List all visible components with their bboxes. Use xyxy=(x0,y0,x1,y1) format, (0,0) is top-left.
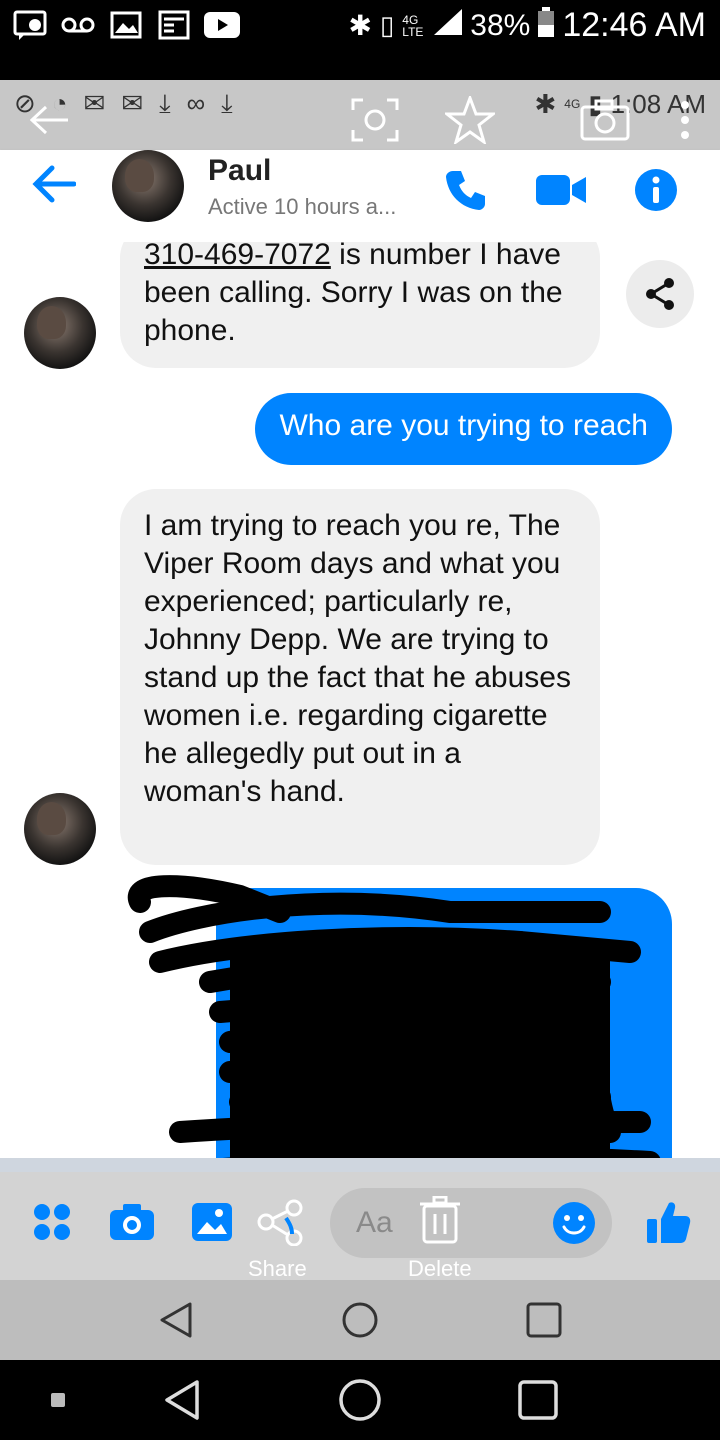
gallery-notification-icon xyxy=(108,8,144,42)
back-triangle-icon[interactable] xyxy=(152,1370,212,1430)
info-icon[interactable] xyxy=(628,162,684,218)
recents-square-icon[interactable] xyxy=(514,1290,574,1350)
voicemail-icon xyxy=(60,8,96,42)
battery-icon xyxy=(538,6,555,45)
camera-icon[interactable] xyxy=(106,1196,158,1248)
scan-icon[interactable] xyxy=(345,90,405,150)
composer-divider xyxy=(0,1158,720,1172)
navigation-bar xyxy=(0,1360,720,1440)
thumbs-up-icon[interactable] xyxy=(642,1196,694,1248)
clock: 12:46 AM xyxy=(562,6,706,44)
signal-icon xyxy=(434,8,463,43)
news-notification-icon xyxy=(156,8,192,42)
home-circle-icon[interactable] xyxy=(330,1290,390,1350)
notification-icons xyxy=(12,8,240,42)
menu-dot-icon[interactable] xyxy=(28,1370,88,1430)
delete-label[interactable]: Delete xyxy=(408,1256,472,1282)
avatar[interactable] xyxy=(24,793,96,865)
home-circle-icon[interactable] xyxy=(330,1370,390,1430)
bluetooth-icon: ✱ xyxy=(348,10,372,41)
battery-percent: 38% xyxy=(470,8,531,42)
star-icon[interactable] xyxy=(440,90,500,150)
message-bubble-outgoing[interactable]: Who are you trying to reach xyxy=(255,393,672,465)
share-node-icon[interactable] xyxy=(256,1196,308,1248)
composer-toolbar: Share Aa Delete xyxy=(0,1172,720,1282)
message-list[interactable]: 310-469-7072 is number I have been calli… xyxy=(0,242,720,1172)
active-status: Active 10 hours a... xyxy=(208,194,397,219)
arrow-left-icon[interactable] xyxy=(30,164,84,218)
vibrate-icon: ▯ xyxy=(379,10,395,40)
phone-icon[interactable] xyxy=(438,162,494,218)
message-bubble-incoming[interactable]: I am trying to reach you re, The Viper R… xyxy=(120,489,600,865)
avatar[interactable] xyxy=(112,150,184,222)
network-type: 4G LTE xyxy=(402,12,424,39)
video-camera-icon[interactable] xyxy=(534,162,590,218)
apps-grid-icon[interactable] xyxy=(26,1196,78,1248)
inner-navigation-bar xyxy=(0,1280,720,1360)
arrow-left-icon[interactable] xyxy=(20,90,80,150)
youtube-icon xyxy=(204,8,240,42)
system-status: ✱ ▯ 4G LTE 38% 12:46 AM xyxy=(349,6,706,45)
trash-icon[interactable] xyxy=(420,1195,460,1249)
smiley-icon[interactable] xyxy=(552,1201,596,1250)
camera-outline-icon[interactable] xyxy=(575,90,635,150)
redaction-scribble xyxy=(128,875,661,1172)
share-icon[interactable] xyxy=(626,260,694,328)
recents-square-icon[interactable] xyxy=(508,1370,568,1430)
conversation-header: Paul Active 10 hours a... xyxy=(0,150,720,242)
status-bar: ✱ ▯ 4G LTE 38% 12:46 AM xyxy=(0,0,720,80)
message-placeholder: Aa xyxy=(356,1206,393,1239)
message-bubble-incoming[interactable]: 310-469-7072 is number I have been calli… xyxy=(120,242,600,368)
share-label[interactable]: Share xyxy=(248,1256,307,1282)
message-alert-icon xyxy=(12,8,48,42)
contact-name[interactable]: Paul xyxy=(208,154,271,188)
more-vert-icon[interactable] xyxy=(670,90,700,150)
message-input[interactable]: Aa xyxy=(330,1188,612,1258)
back-triangle-icon[interactable] xyxy=(146,1290,206,1350)
avatar[interactable] xyxy=(24,297,96,369)
phone-number-link[interactable]: 310-469-7072 xyxy=(144,242,331,271)
screenshot-editor-overlay xyxy=(20,90,700,150)
image-icon[interactable] xyxy=(186,1196,238,1248)
